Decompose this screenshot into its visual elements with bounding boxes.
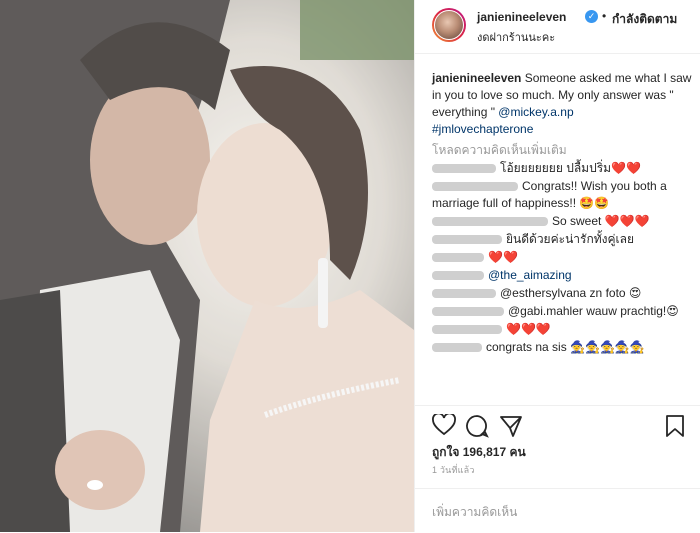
bookmark-icon[interactable] bbox=[665, 414, 685, 438]
blurred-username[interactable] bbox=[432, 164, 496, 174]
blurred-username[interactable] bbox=[432, 307, 504, 317]
avatar[interactable] bbox=[432, 8, 466, 42]
blurred-username[interactable] bbox=[432, 325, 502, 335]
caption-username[interactable]: janienineeleven bbox=[432, 71, 521, 85]
comment: ยินดีด้วยค่ะน่ารักทั้งคู่เลย bbox=[432, 231, 692, 248]
comment-text: โอ้ยยยยยยย ปลื้มปริ่ม bbox=[500, 161, 612, 175]
wedding-photo-illustration bbox=[0, 0, 414, 532]
load-more-comments-button[interactable]: โหลดความคิดเห็นเพิ่มเติม bbox=[432, 142, 692, 159]
heart-icon[interactable] bbox=[432, 414, 456, 436]
comment: @esthersylvana zn foto 😍 bbox=[432, 285, 692, 302]
action-bar bbox=[415, 405, 700, 440]
add-comment-input[interactable]: เพิ่มความคิดเห็น bbox=[432, 503, 517, 522]
comment-icon[interactable] bbox=[465, 414, 489, 438]
blurred-username[interactable] bbox=[432, 235, 502, 245]
post-header: janienineeleven ✓ • กำลังติดตาม งดฝากร้า… bbox=[415, 0, 700, 54]
comment-emoji: 🤩🤩 bbox=[579, 196, 610, 210]
caption-hashtag-link[interactable]: #jmlovechapterone bbox=[432, 121, 692, 138]
comment: @the_aimazing bbox=[432, 267, 692, 284]
blurred-username[interactable] bbox=[432, 271, 484, 281]
comment-emoji: ❤️❤️ bbox=[611, 161, 641, 175]
caption: janienineeleven Someone asked me what I … bbox=[432, 70, 692, 138]
likes-count[interactable]: ถูกใจ 196,817 คน bbox=[432, 443, 526, 462]
comment: So sweet ❤️❤️❤️ bbox=[432, 213, 692, 230]
comment-emoji: ❤️❤️❤️ bbox=[506, 322, 551, 336]
verified-badge-icon: ✓ bbox=[585, 10, 598, 23]
avatar-image bbox=[434, 10, 464, 40]
comment-emoji: ❤️❤️❤️ bbox=[604, 214, 650, 228]
comment: @gabi.mahler wauw prachtig!😍 bbox=[432, 303, 692, 320]
comment: congrats na sis 🧙🧙🧙🧙🧙 bbox=[432, 339, 692, 356]
share-icon[interactable] bbox=[499, 414, 523, 438]
comment-mention-link[interactable]: @the_aimazing bbox=[488, 268, 572, 282]
comment: ❤️❤️ bbox=[432, 249, 692, 266]
username-link[interactable]: janienineeleven bbox=[477, 10, 566, 24]
comment-emoji: 😍 bbox=[666, 304, 679, 318]
add-comment-bar: เพิ่มความคิดเห็น bbox=[415, 488, 700, 533]
caption-mention-link[interactable]: @mickey.a.np bbox=[498, 105, 573, 119]
comment-text: congrats na sis bbox=[486, 340, 567, 354]
post-photo[interactable] bbox=[0, 0, 414, 532]
separator-dot: • bbox=[602, 9, 607, 23]
instagram-post: janienineeleven ✓ • กำลังติดตาม งดฝากร้า… bbox=[0, 0, 700, 532]
header-subtitle: งดฝากร้านนะคะ bbox=[477, 32, 556, 44]
blurred-username[interactable] bbox=[432, 289, 496, 299]
blurred-username[interactable] bbox=[432, 182, 518, 192]
comment-text: So sweet bbox=[552, 214, 602, 228]
blurred-username[interactable] bbox=[432, 253, 484, 263]
comment-emoji: 😍 bbox=[628, 286, 642, 300]
post-timestamp[interactable]: 1 วันที่แล้ว bbox=[432, 463, 475, 477]
comment: ❤️❤️❤️ bbox=[432, 321, 692, 338]
following-button[interactable]: กำลังติดตาม bbox=[612, 10, 677, 29]
comment-emoji: ❤️❤️ bbox=[488, 250, 518, 264]
post-side-panel: janienineeleven ✓ • กำลังติดตาม งดฝากร้า… bbox=[414, 0, 700, 532]
comments-list: janienineeleven Someone asked me what I … bbox=[432, 70, 692, 356]
comment-text: @esthersylvana zn foto bbox=[500, 286, 626, 300]
comment-text: @gabi.mahler wauw prachtig! bbox=[508, 304, 667, 318]
blurred-username[interactable] bbox=[432, 217, 548, 227]
comment-emoji: 🧙🧙🧙🧙🧙 bbox=[570, 340, 645, 354]
blurred-username[interactable] bbox=[432, 343, 482, 353]
comment: โอ้ยยยยยยย ปลื้มปริ่ม❤️❤️ bbox=[432, 160, 692, 177]
comment: Congrats!! Wish you both a marriage full… bbox=[432, 178, 692, 212]
comment-text: ยินดีด้วยค่ะน่ารักทั้งคู่เลย bbox=[506, 232, 634, 246]
